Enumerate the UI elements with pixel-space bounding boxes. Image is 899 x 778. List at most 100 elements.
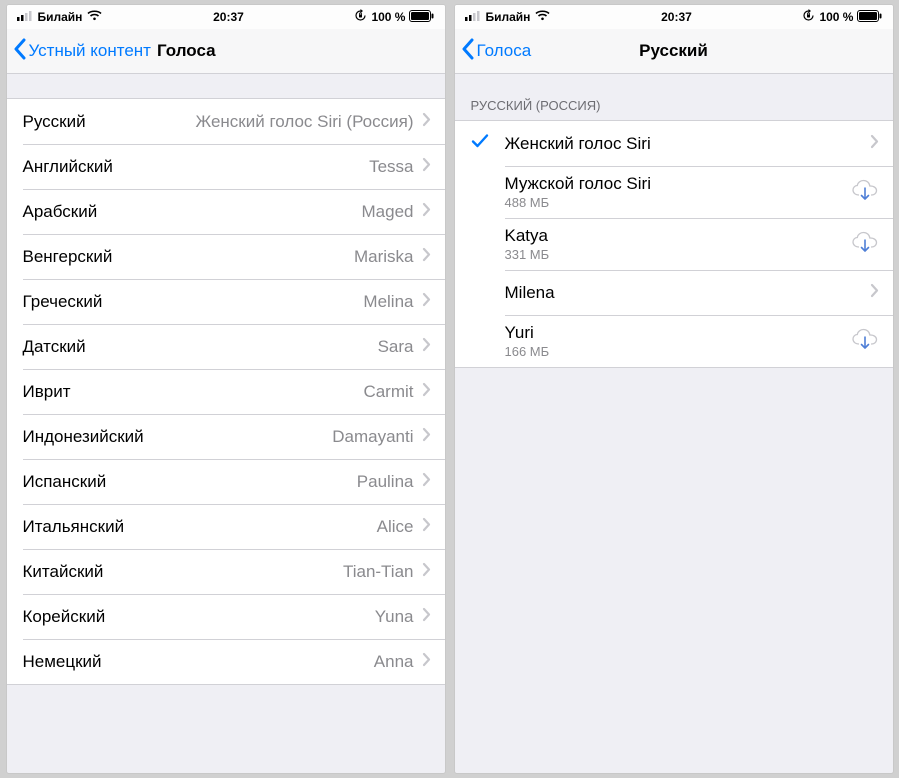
language-row[interactable]: Арабский Maged	[7, 189, 445, 234]
phone-russian: Билайн 20:37 100 % Голоса Русский РУССКИ…	[454, 4, 894, 774]
language-row[interactable]: Русский Женский голос Siri (Россия)	[7, 99, 445, 144]
chevron-right-icon	[422, 562, 431, 582]
carrier-text: Билайн	[486, 10, 531, 24]
signal-icon	[465, 10, 481, 24]
language-row[interactable]: Иврит Carmit	[7, 369, 445, 414]
orientation-lock-icon	[354, 9, 367, 25]
voice-name: Sara	[378, 337, 414, 357]
language-name: Английский	[23, 157, 113, 177]
chevron-right-icon	[422, 607, 431, 627]
voice-row[interactable]: Женский голос Siri	[455, 121, 893, 166]
clock-text: 20:37	[661, 10, 692, 24]
chevron-right-icon	[422, 292, 431, 312]
orientation-lock-icon	[802, 9, 815, 25]
nav-bar: Устный контент Голоса	[7, 29, 445, 74]
wifi-icon	[535, 10, 550, 24]
download-icon[interactable]	[851, 231, 879, 258]
voice-name: Mariska	[354, 247, 414, 267]
language-name: Венгерский	[23, 247, 113, 267]
voice-name: Paulina	[357, 472, 414, 492]
chevron-right-icon	[422, 157, 431, 177]
battery-percent: 100 %	[371, 10, 405, 24]
carrier-text: Билайн	[38, 10, 83, 24]
chevron-right-icon	[422, 247, 431, 267]
language-row[interactable]: Греческий Melina	[7, 279, 445, 324]
voice-name: Carmit	[363, 382, 413, 402]
back-label: Голоса	[477, 41, 532, 61]
language-row[interactable]: Венгерский Mariska	[7, 234, 445, 279]
voice-name: Yuna	[375, 607, 414, 627]
chevron-left-icon	[13, 38, 27, 65]
chevron-left-icon	[461, 38, 475, 65]
chevron-right-icon	[422, 517, 431, 537]
back-button[interactable]: Устный контент	[7, 38, 151, 65]
download-icon[interactable]	[851, 179, 879, 206]
battery-percent: 100 %	[819, 10, 853, 24]
battery-icon	[409, 10, 434, 25]
chevron-right-icon	[422, 112, 431, 132]
chevron-right-icon	[422, 337, 431, 357]
section-header: РУССКИЙ (РОССИЯ)	[455, 74, 893, 120]
language-row[interactable]: ИндонезийскийDamayanti	[7, 414, 445, 459]
chevron-right-icon	[422, 652, 431, 672]
language-row[interactable]: Корейский Yuna	[7, 594, 445, 639]
status-bar: Билайн 20:37 100 %	[7, 5, 445, 29]
voice-size: 331 МБ	[505, 247, 550, 262]
language-name: Иврит	[23, 382, 71, 402]
voice-row[interactable]: Yuri166 МБ	[455, 315, 893, 367]
voice-name: Damayanti	[332, 427, 413, 447]
back-button[interactable]: Голоса	[455, 38, 532, 65]
chevron-right-icon	[422, 427, 431, 447]
signal-icon	[17, 10, 33, 24]
chevron-right-icon	[870, 283, 879, 303]
language-row[interactable]: Итальянский Alice	[7, 504, 445, 549]
wifi-icon	[87, 10, 102, 24]
voice-row[interactable]: Katya331 МБ	[455, 218, 893, 270]
language-name: Корейский	[23, 607, 106, 627]
language-name: Испанский	[23, 472, 107, 492]
voice-list: Женский голос Siri Мужской голос Siri488 …	[455, 120, 893, 368]
voice-row[interactable]: Мужской голос Siri488 МБ	[455, 166, 893, 218]
voice-title: Milena	[505, 283, 555, 303]
voice-row[interactable]: Milena	[455, 270, 893, 315]
voice-name: Tian-Tian	[343, 562, 414, 582]
nav-title: Голоса	[157, 41, 216, 61]
voice-name: Melina	[363, 292, 413, 312]
chevron-right-icon	[422, 382, 431, 402]
language-row[interactable]: Немецкий Anna	[7, 639, 445, 684]
back-label: Устный контент	[29, 41, 151, 61]
voice-name: Maged	[362, 202, 414, 222]
voice-title: Yuri	[505, 323, 550, 343]
battery-icon	[857, 10, 882, 25]
phone-voices: Билайн 20:37 100 % Устный контент Голоса…	[6, 4, 446, 774]
language-name: Арабский	[23, 202, 98, 222]
language-row[interactable]: Датский Sara	[7, 324, 445, 369]
language-name: Китайский	[23, 562, 104, 582]
voice-name: Женский голос Siri (Россия)	[195, 112, 413, 132]
voice-size: 488 МБ	[505, 195, 651, 210]
nav-bar: Голоса Русский	[455, 29, 893, 74]
language-name: Немецкий	[23, 652, 102, 672]
selection-indicator	[471, 133, 505, 154]
language-name: Русский	[23, 112, 86, 132]
clock-text: 20:37	[213, 10, 244, 24]
voice-name: Alice	[377, 517, 414, 537]
checkmark-icon	[471, 133, 489, 154]
download-icon[interactable]	[851, 328, 879, 355]
voice-name: Anna	[374, 652, 414, 672]
language-name: Итальянский	[23, 517, 125, 537]
chevron-right-icon	[870, 134, 879, 154]
chevron-right-icon	[422, 202, 431, 222]
voice-title: Мужской голос Siri	[505, 174, 651, 194]
voice-title: Женский голос Siri	[505, 134, 651, 154]
voice-title: Katya	[505, 226, 550, 246]
language-row[interactable]: АнглийскийTessa	[7, 144, 445, 189]
language-name: Греческий	[23, 292, 103, 312]
language-name: Датский	[23, 337, 86, 357]
language-list: Русский Женский голос Siri (Россия) Англий…	[7, 98, 445, 685]
language-row[interactable]: Испанский Paulina	[7, 459, 445, 504]
language-row[interactable]: Китайский Tian-Tian	[7, 549, 445, 594]
status-bar: Билайн 20:37 100 %	[455, 5, 893, 29]
voice-size: 166 МБ	[505, 344, 550, 359]
chevron-right-icon	[422, 472, 431, 492]
